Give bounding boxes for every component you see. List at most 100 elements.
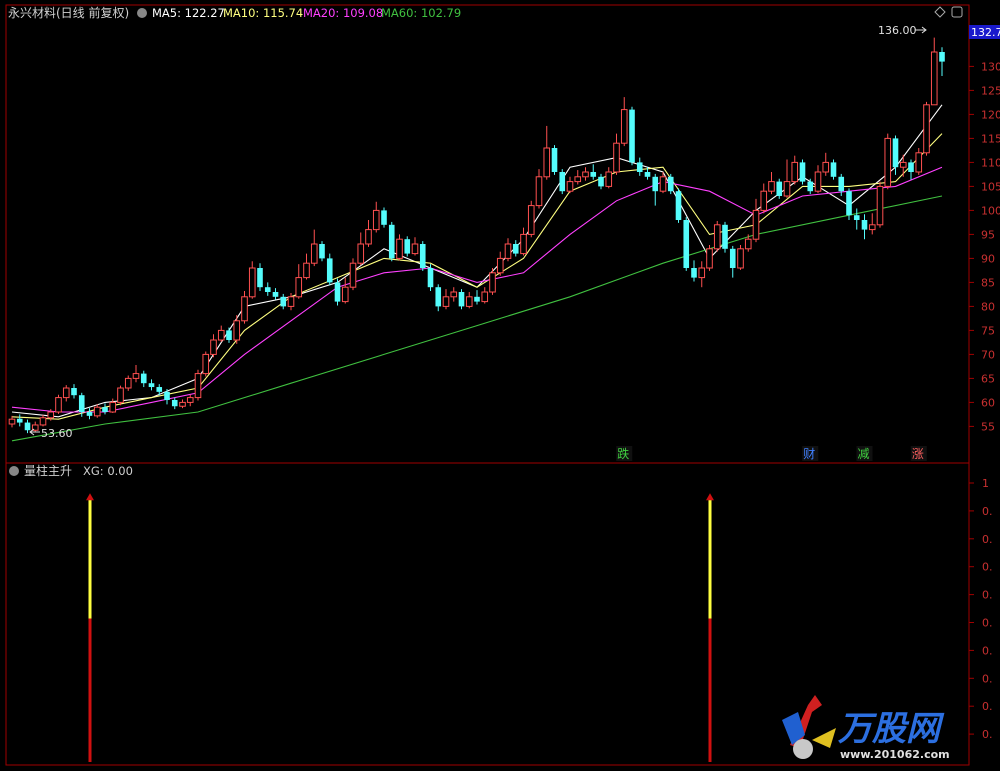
- candle-body: [349, 262, 357, 288]
- candle-body: [39, 417, 47, 426]
- candle-body: [559, 172, 566, 192]
- candle-body: [644, 172, 651, 177]
- candle-body: [830, 162, 837, 177]
- candle-body: [210, 339, 217, 355]
- candle-body: [287, 296, 295, 307]
- candle-body: [295, 277, 303, 298]
- candle-body: [164, 391, 170, 400]
- candle-body: [474, 296, 480, 302]
- candle-body: [698, 267, 706, 279]
- candle-body: [217, 329, 225, 341]
- candle-body: [822, 161, 830, 173]
- settings-icon[interactable]: [137, 8, 147, 18]
- candle-body: [915, 152, 923, 173]
- candle-body: [427, 268, 434, 288]
- logo-coin-icon: [793, 739, 813, 759]
- y-tick-label: 95: [981, 228, 995, 241]
- ind-tick-label: 0.: [982, 672, 993, 685]
- candle-body: [202, 353, 210, 375]
- candle-body: [504, 243, 512, 259]
- candle-body: [613, 142, 620, 173]
- low-annotation: 53.60: [41, 427, 73, 440]
- candle-body: [659, 176, 667, 192]
- y-tick-label: 130: [981, 60, 1000, 73]
- candle-body: [148, 383, 155, 388]
- candle-body: [326, 258, 333, 283]
- candle-body: [8, 418, 16, 425]
- candle-body: [78, 395, 85, 412]
- candle-body: [846, 191, 852, 216]
- ma60-legend: MA60: 102.79: [381, 6, 461, 20]
- candle-body: [899, 161, 907, 168]
- candle-body: [667, 176, 674, 192]
- candle-body: [86, 412, 93, 416]
- ind-tick-label: 0.: [982, 644, 993, 657]
- candle-body: [341, 286, 349, 303]
- candle-body: [264, 287, 271, 292]
- y-tick-label: 85: [981, 276, 995, 289]
- candle-body: [140, 373, 147, 384]
- candle-body: [930, 51, 938, 106]
- candle-body: [186, 397, 194, 403]
- candle-body: [248, 267, 256, 298]
- candle-body: [481, 291, 489, 303]
- candle-body: [47, 411, 55, 419]
- candle-body: [55, 397, 62, 413]
- diamond-icon[interactable]: [934, 6, 946, 18]
- candle-body: [722, 224, 728, 249]
- candle-body: [535, 176, 543, 207]
- candle-body: [357, 243, 365, 264]
- candle-body: [799, 162, 806, 182]
- candle-body: [706, 248, 713, 269]
- candle-body: [683, 220, 690, 268]
- ind-tick-label: 0.: [982, 700, 993, 713]
- y-tick-label: 55: [981, 420, 995, 433]
- candle-body: [807, 181, 814, 192]
- indicator-xg: XG: 0.00: [83, 464, 133, 478]
- candle-body: [388, 224, 395, 259]
- candle-body: [884, 137, 892, 187]
- candle-body: [713, 224, 721, 250]
- candle-body: [280, 296, 287, 307]
- candle-body: [465, 296, 473, 307]
- indicator-panel-frame: [5, 462, 970, 766]
- candle-body: [776, 181, 783, 196]
- y-tick-label: 120: [981, 108, 1000, 121]
- candle-body: [760, 190, 768, 211]
- candle-body: [62, 387, 70, 399]
- event-markers: 跌财减涨: [616, 446, 927, 461]
- candle-body: [838, 176, 845, 192]
- y-tick-label: 110: [981, 156, 1000, 169]
- high-annotation: 136.00: [878, 24, 917, 37]
- candle-body: [257, 268, 263, 288]
- y-tick-label: 75: [981, 324, 995, 337]
- candle-body: [908, 162, 914, 172]
- candle-body: [590, 172, 597, 177]
- y-tick-label: 60: [981, 396, 995, 409]
- ind-tick-label: 1: [982, 477, 989, 490]
- candle-body: [365, 229, 372, 245]
- window-toggle-icon[interactable]: [951, 6, 963, 18]
- watermark-url: www.201062.com: [840, 748, 950, 761]
- candle-body: [102, 407, 108, 412]
- candle-body: [868, 224, 876, 231]
- candle-body: [791, 161, 799, 183]
- indicator-settings-icon[interactable]: [9, 466, 19, 476]
- ma-line-ma20: [11, 166, 943, 413]
- ind-tick-label: 0.: [982, 533, 993, 546]
- candles: [8, 37, 945, 434]
- candle-body: [636, 162, 643, 172]
- chart-title: 永兴材料(日线 前复权): [8, 5, 129, 20]
- candle-body: [620, 109, 628, 144]
- candle-body: [675, 191, 682, 220]
- candle-body: [435, 287, 442, 307]
- price-tag: 132.7: [971, 26, 1000, 39]
- candle-body: [489, 272, 496, 293]
- candle-body: [744, 238, 752, 250]
- candle-body: [598, 176, 604, 187]
- candle-body: [319, 244, 325, 259]
- signal-bars: [86, 493, 714, 762]
- candle-body: [24, 422, 31, 431]
- candle-body: [939, 52, 945, 62]
- y-tick-label: 100: [981, 204, 1000, 217]
